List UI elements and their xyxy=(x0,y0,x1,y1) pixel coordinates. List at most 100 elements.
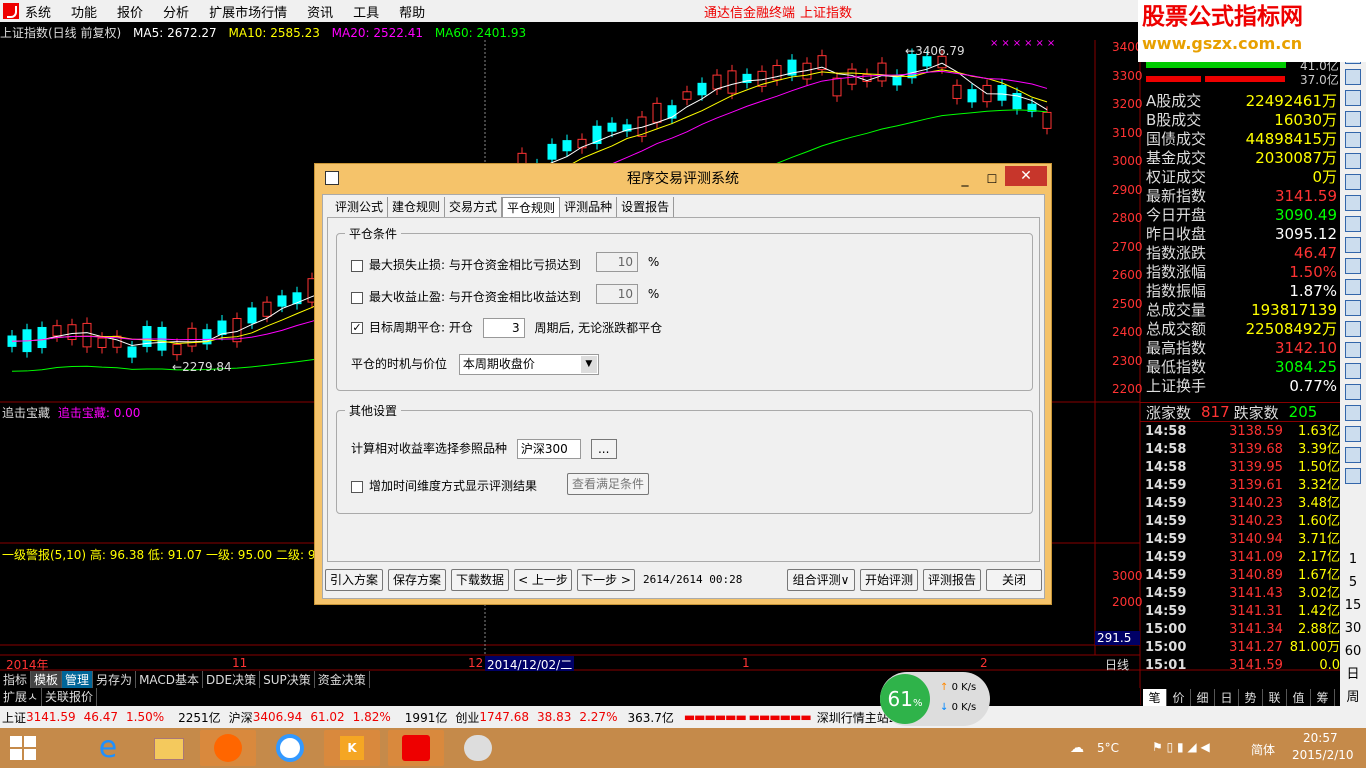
windows-start-icon[interactable] xyxy=(10,736,38,760)
toolbar-tool-icon[interactable] xyxy=(1345,279,1361,295)
toolbar-tool-icon[interactable] xyxy=(1345,132,1361,148)
import-plan-button[interactable]: 引入方案 xyxy=(325,569,383,591)
tab-template[interactable]: 模板 xyxy=(31,671,63,688)
close-button[interactable]: 关闭 xyxy=(986,569,1042,591)
period-shortcut[interactable]: 60 xyxy=(1340,640,1366,663)
tab-formula[interactable]: 评测公式 xyxy=(331,197,389,217)
right-tab[interactable]: 势 xyxy=(1239,689,1263,706)
right-tab[interactable]: 细 xyxy=(1191,689,1215,706)
tick-list[interactable]: 14:58 3138.59 1.63亿 14:58 3139.68 3.39亿 14:58 3… xyxy=(1143,423,1340,675)
tab-save-as[interactable]: 另存为 xyxy=(93,671,137,688)
prev-step-button[interactable]: < 上一步 xyxy=(514,569,572,591)
tab-close-rules[interactable]: 平仓规则 xyxy=(502,197,561,217)
period-input[interactable]: 3 xyxy=(482,318,525,338)
tab-extend[interactable]: 扩展ㅅ xyxy=(0,688,43,706)
period-shortcut[interactable]: 5 xyxy=(1340,571,1366,594)
tick-cell: 3141.09 xyxy=(1229,550,1283,565)
paint-icon[interactable] xyxy=(450,730,506,766)
app-blue-icon[interactable] xyxy=(262,730,318,766)
tdx-app-icon[interactable] xyxy=(388,730,444,766)
next-step-button[interactable]: 下一步 > xyxy=(577,569,635,591)
tab-report-settings[interactable]: 设置报告 xyxy=(617,197,675,217)
tab-trade-mode[interactable]: 交易方式 xyxy=(445,197,503,217)
tab-fund[interactable]: 资金决策 xyxy=(315,671,370,688)
test-report-button[interactable]: 评测报告 xyxy=(923,569,981,591)
right-tab[interactable]: 笔 xyxy=(1143,689,1167,706)
toolbar-tool-icon[interactable] xyxy=(1345,111,1361,127)
timing-select[interactable]: 本周期收盘价 ▼ xyxy=(458,354,599,375)
minimize-icon[interactable]: _ xyxy=(955,164,975,194)
clock-time[interactable]: 20:57 xyxy=(1303,731,1338,745)
toolbar-tool-icon[interactable] xyxy=(1345,426,1361,442)
takeprofit-checkbox[interactable] xyxy=(351,291,363,304)
toolbar-tool-icon[interactable] xyxy=(1345,405,1361,421)
right-tab[interactable]: 价 xyxy=(1167,689,1191,706)
tab-indicator[interactable]: 指标 xyxy=(0,671,32,688)
tick-row: 14:58 3139.68 3.39亿 xyxy=(1143,441,1340,459)
toolbar-tool-icon[interactable] xyxy=(1345,468,1361,484)
tab-test-securities[interactable]: 评测品种 xyxy=(560,197,618,217)
network-widget[interactable]: 61% ↑ 0 K/s ↓ 0 K/s xyxy=(880,672,990,726)
maximize-icon[interactable]: ☐ xyxy=(982,164,1002,194)
tab-related-quote[interactable]: 关联报价 xyxy=(42,688,98,706)
toolbar-tool-icon[interactable] xyxy=(1345,90,1361,106)
toolbar-tool-icon[interactable] xyxy=(1345,300,1361,316)
stat-value: 3141.59 xyxy=(1274,187,1337,205)
download-data-button[interactable]: 下载数据 xyxy=(451,569,509,591)
toolbar-tool-icon[interactable] xyxy=(1345,195,1361,211)
toolbar-tool-icon[interactable] xyxy=(1345,447,1361,463)
tick-cell: 15:00 xyxy=(1145,640,1187,655)
ref-input[interactable]: 沪深300 xyxy=(516,439,581,459)
y-tick: 3000 xyxy=(1112,154,1143,168)
tray-icons[interactable]: ⚑ ▯ ▮ ◢ ◀ xyxy=(1152,740,1210,754)
toolbar-tool-icon[interactable] xyxy=(1345,384,1361,400)
tab-manage[interactable]: 管理 xyxy=(62,671,94,688)
toolbar-tool-icon[interactable] xyxy=(1345,258,1361,274)
weather-temp[interactable]: 5°C xyxy=(1097,741,1119,755)
period-shortcut[interactable]: 15 xyxy=(1340,594,1366,617)
tab-dde[interactable]: DDE决策 xyxy=(203,671,261,688)
chevron-down-icon[interactable]: ▼ xyxy=(580,356,597,373)
right-tab[interactable]: 日 xyxy=(1215,689,1239,706)
tab-open-rules[interactable]: 建仓规则 xyxy=(388,197,446,217)
dialog-titlebar[interactable]: 程序交易评测系统 _ ☐ ✕ xyxy=(315,164,1051,194)
period-shortcut[interactable]: 日 xyxy=(1340,663,1366,686)
clock-date[interactable]: 2015/2/10 xyxy=(1292,748,1354,762)
combo-test-button[interactable]: 组合评测∨ xyxy=(787,569,855,591)
save-plan-button[interactable]: 保存方案 xyxy=(388,569,446,591)
tab-macd[interactable]: MACD基本 xyxy=(136,671,204,688)
period-label[interactable]: 日线 xyxy=(1105,656,1129,673)
start-test-button[interactable]: 开始评测 xyxy=(860,569,918,591)
app-k-icon[interactable]: K xyxy=(324,730,380,766)
toolbar-tool-icon[interactable] xyxy=(1345,363,1361,379)
app-orange-icon[interactable] xyxy=(200,730,256,766)
period-shortcut[interactable]: 1 xyxy=(1340,548,1366,571)
tick-cell: 14:59 xyxy=(1145,496,1187,511)
ref-browse-button[interactable]: ... xyxy=(590,439,617,459)
toolbar-tool-icon[interactable] xyxy=(1345,174,1361,190)
period-checkbox[interactable]: ✓ xyxy=(351,322,363,334)
ma10-label: MA10: 2585.23 xyxy=(228,26,320,40)
toolbar-tool-icon[interactable] xyxy=(1345,216,1361,232)
down-label: 跌家数 xyxy=(1233,403,1279,422)
view-matches-button[interactable]: 查看满足条件 xyxy=(567,473,649,495)
period-shortcut[interactable]: 30 xyxy=(1340,617,1366,640)
ie-icon[interactable]: e xyxy=(80,730,136,766)
toolbar-tool-icon[interactable] xyxy=(1345,153,1361,169)
toolbar-tool-icon[interactable] xyxy=(1345,237,1361,253)
right-tab[interactable]: 筹 xyxy=(1311,689,1335,706)
close-icon[interactable]: ✕ xyxy=(1005,166,1047,186)
stoploss-input[interactable]: 10 xyxy=(596,252,638,272)
file-explorer-icon[interactable] xyxy=(140,730,196,766)
ime-indicator[interactable]: 简体 xyxy=(1251,741,1275,758)
right-tab[interactable]: 值 xyxy=(1287,689,1311,706)
time-dim-checkbox[interactable] xyxy=(351,480,363,493)
right-tab[interactable]: 联 xyxy=(1263,689,1287,706)
takeprofit-input[interactable]: 10 xyxy=(596,284,638,304)
toolbar-tool-icon[interactable] xyxy=(1345,69,1361,85)
toolbar-tool-icon[interactable] xyxy=(1345,321,1361,337)
toolbar-tool-icon[interactable] xyxy=(1345,342,1361,358)
tab-sup[interactable]: SUP决策 xyxy=(260,671,315,688)
stoploss-checkbox[interactable] xyxy=(351,259,363,272)
candle xyxy=(187,327,197,347)
